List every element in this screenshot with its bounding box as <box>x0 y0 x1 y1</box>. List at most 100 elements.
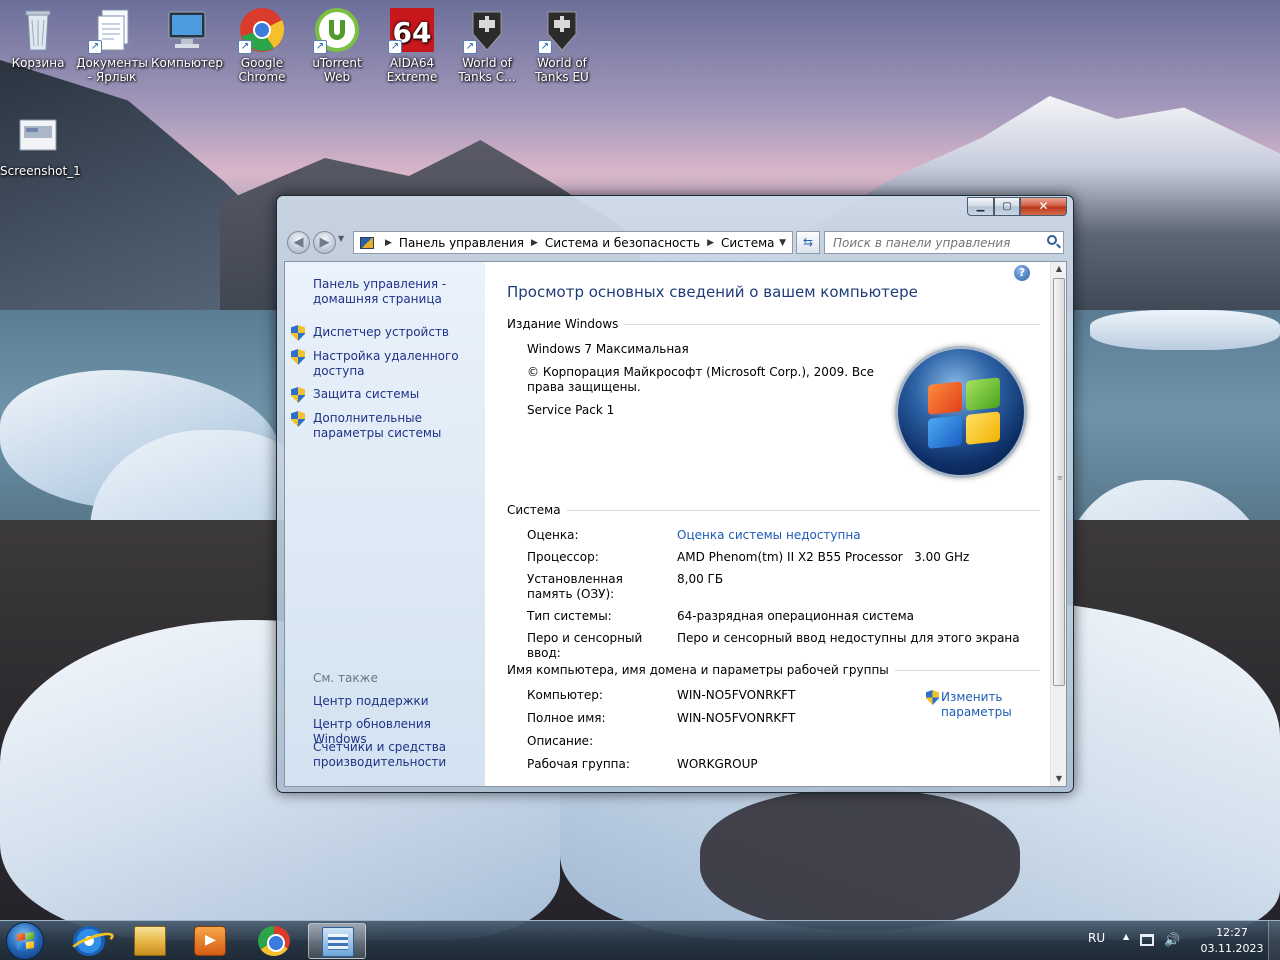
aida64-icon: 64 ↗ <box>388 6 436 54</box>
see-also-heading: См. также <box>313 671 378 685</box>
documents-icon: ↗ <box>88 6 136 54</box>
breadcrumb-system[interactable]: Система <box>721 236 775 250</box>
search-input[interactable] <box>825 232 1030 253</box>
control-panel-icon <box>360 236 374 249</box>
taskbar-control-panel[interactable] <box>308 923 366 959</box>
language-indicator[interactable]: RU <box>1088 931 1105 945</box>
minimize-button[interactable]: ▁ <box>967 197 994 216</box>
sidebar-link-performance[interactable]: Счетчики и средства производительности <box>313 740 485 770</box>
help-icon[interactable]: ? <box>1014 265 1030 281</box>
section-computer-name: Имя компьютера, имя домена и параметры р… <box>507 663 1040 677</box>
shortcut-arrow-icon: ↗ <box>538 40 552 54</box>
sidebar-link-remote-settings[interactable]: Настройка удаленного доступа <box>313 349 485 379</box>
search-box[interactable] <box>824 231 1064 254</box>
address-dropdown-icon[interactable]: ▼ <box>779 238 786 248</box>
processor-value: AMD Phenom(tm) II X2 B55 Processor 3.00 … <box>677 550 970 564</box>
control-panel-icon <box>322 927 354 957</box>
computer-name-value: WIN-NO5FVONRKFT <box>677 688 796 702</box>
internet-explorer-icon <box>73 926 105 956</box>
search-icon[interactable] <box>1047 235 1057 245</box>
desktop-icon-utorrent[interactable]: ↗ uTorrent Web <box>299 6 375 84</box>
description-label: Описание: <box>527 734 594 748</box>
sidebar-link-device-manager[interactable]: Диспетчер устройств <box>313 325 485 340</box>
section-windows-edition: Издание Windows <box>507 317 1040 331</box>
rating-link[interactable]: Оценка системы недоступна <box>677 528 861 543</box>
scroll-thumb[interactable]: ≡ <box>1053 278 1065 686</box>
desktop-icon-world-of-tanks-c[interactable]: ↗ World of Tanks C... <box>449 6 525 84</box>
sidebar-link-advanced-settings[interactable]: Дополнительные параметры системы <box>313 411 485 441</box>
forward-button[interactable]: ▶ <box>313 231 336 254</box>
system-type-label: Тип системы: <box>527 609 612 623</box>
recent-pages-dropdown[interactable]: ▼ <box>338 234 344 243</box>
main-content: ? Просмотр основных сведений о вашем ком… <box>485 262 1052 786</box>
taskbar-explorer[interactable] <box>121 923 179 959</box>
navigation-bar: ◀ ▶ ▼ ▶ Панель управления ▶ Система и бе… <box>285 230 1065 256</box>
workgroup-label: Рабочая группа: <box>527 757 630 771</box>
desktop-icon-recycle-bin[interactable]: Корзина <box>0 6 76 70</box>
shortcut-arrow-icon: ↗ <box>388 40 402 54</box>
recycle-bin-icon <box>14 6 62 54</box>
media-player-icon <box>194 926 226 956</box>
page-title: Просмотр основных сведений о вашем компь… <box>507 283 918 301</box>
shortcut-arrow-icon: ↗ <box>238 40 252 54</box>
scroll-down-icon[interactable]: ▼ <box>1051 772 1066 786</box>
window-client-area: Панель управления - домашняя страница Ди… <box>284 261 1067 787</box>
desktop-icon-aida64[interactable]: 64 ↗ AIDA64 Extreme <box>374 6 450 84</box>
breadcrumb-separator-icon[interactable]: ▶ <box>385 238 392 248</box>
taskbar-chrome[interactable] <box>245 923 303 959</box>
chrome-icon <box>258 926 290 956</box>
copyright-text: © Корпорация Майкрософт (Microsoft Corp.… <box>527 365 875 394</box>
taskbar-internet-explorer[interactable] <box>60 923 118 959</box>
vertical-scrollbar[interactable]: ▲ ≡ ▼ <box>1050 262 1066 786</box>
change-settings-link[interactable]: Изменить параметры <box>941 690 1031 720</box>
show-hidden-icons-icon[interactable]: ▲ <box>1123 932 1129 941</box>
taskbar: RU ▲ 🔊 12:27 03.11.2023 <box>0 920 1280 960</box>
computer-icon <box>163 6 211 54</box>
breadcrumb-separator-icon[interactable]: ▶ <box>531 238 538 248</box>
back-button[interactable]: ◀ <box>287 231 310 254</box>
screenshot-file-icon <box>14 114 62 162</box>
memory-value: 8,00 ГБ <box>677 572 724 586</box>
desktop-icon-computer[interactable]: Компьютер <box>149 6 225 70</box>
desktop-icon-chrome[interactable]: ↗ Google Chrome <box>224 6 300 84</box>
show-desktop-button[interactable] <box>1268 921 1280 960</box>
close-button[interactable]: ✕ <box>1020 197 1067 216</box>
sidebar-link-action-center[interactable]: Центр поддержки <box>313 694 485 709</box>
network-icon[interactable] <box>1140 934 1154 946</box>
rating-label: Оценка: <box>527 528 579 542</box>
shortcut-arrow-icon: ↗ <box>463 40 477 54</box>
shortcut-arrow-icon: ↗ <box>313 40 327 54</box>
breadcrumb-separator-icon[interactable]: ▶ <box>707 238 714 248</box>
sidebar-link-system-protection[interactable]: Защита системы <box>313 387 485 402</box>
shortcut-arrow-icon: ↗ <box>88 40 102 54</box>
start-button[interactable] <box>6 922 44 960</box>
desktop-icon-world-of-tanks-eu[interactable]: ↗ World of Tanks EU <box>524 6 600 84</box>
workgroup-value: WORKGROUP <box>677 757 758 771</box>
sidebar-link-home[interactable]: Панель управления - домашняя страница <box>313 277 485 307</box>
pen-touch-label: Перо и сенсорный ввод: <box>527 631 643 660</box>
uac-shield-icon <box>291 411 305 427</box>
windows-flag-icon <box>17 932 35 951</box>
desktop-icon-documents[interactable]: ↗ Документы - Ярлык <box>74 6 150 84</box>
pen-touch-value: Перо и сенсорный ввод недоступны для это… <box>677 631 1020 645</box>
explorer-icon <box>134 926 166 956</box>
refresh-button[interactable]: ⇆ <box>796 231 820 254</box>
clock-time: 12:27 <box>1216 926 1248 939</box>
clock-date: 03.11.2023 <box>1200 942 1264 955</box>
volume-icon[interactable]: 🔊 <box>1164 933 1180 948</box>
address-bar[interactable]: ▶ Панель управления ▶ Система и безопасн… <box>353 231 793 254</box>
section-system: Система <box>507 503 1040 517</box>
maximize-button[interactable]: ▢ <box>994 197 1020 216</box>
breadcrumb-control-panel[interactable]: Панель управления <box>399 236 524 250</box>
desktop-icon-screenshot[interactable]: Screenshot_1 <box>0 114 81 178</box>
window-controls: ▁ ▢ ✕ <box>967 197 1067 216</box>
scroll-up-icon[interactable]: ▲ <box>1051 262 1066 276</box>
utorrent-icon: ↗ <box>313 6 361 54</box>
full-name-value: WIN-NO5FVONRKFT <box>677 711 796 725</box>
clock[interactable]: 12:27 03.11.2023 <box>1192 925 1272 957</box>
edition-name: Windows 7 Максимальная <box>527 342 689 356</box>
taskbar-media-player[interactable] <box>181 923 239 959</box>
breadcrumb-system-security[interactable]: Система и безопасность <box>545 236 700 250</box>
system-window: ▁ ▢ ✕ ◀ ▶ ▼ ▶ Панель управления ▶ Систем… <box>276 195 1074 793</box>
system-type-value: 64-разрядная операционная система <box>677 609 915 623</box>
